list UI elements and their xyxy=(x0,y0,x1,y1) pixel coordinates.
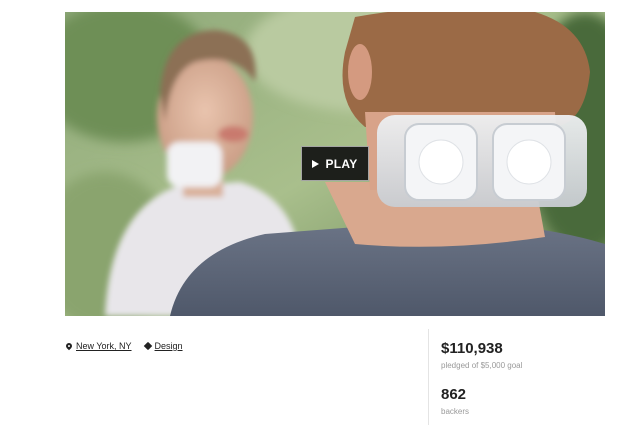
category-label: Design xyxy=(154,341,183,351)
stats-divider xyxy=(428,329,429,425)
location-label: New York, NY xyxy=(76,341,132,351)
funding-stats: $110,938 pledged of $5,000 goal 862 back… xyxy=(441,340,522,418)
project-video[interactable]: PLAY xyxy=(65,12,605,316)
category-link[interactable]: Design xyxy=(143,341,183,351)
location-link[interactable]: New York, NY xyxy=(64,341,132,351)
pledged-amount: $110,938 xyxy=(441,340,503,357)
map-pin-icon xyxy=(64,341,74,351)
pledged-stat: $110,938 pledged of $5,000 goal xyxy=(441,340,522,372)
pledged-label: pledged of $5,000 goal xyxy=(441,361,523,370)
tag-icon xyxy=(143,341,152,351)
backers-stat: 862 backers xyxy=(441,386,522,418)
backers-label: backers xyxy=(441,407,470,416)
project-page: PLAY New York, NY Design $110,938 pledge… xyxy=(0,0,640,425)
project-meta: New York, NY Design xyxy=(64,341,183,351)
play-button[interactable]: PLAY xyxy=(301,146,369,181)
backers-count: 862 xyxy=(441,386,467,403)
play-icon xyxy=(312,159,320,168)
play-label: PLAY xyxy=(325,156,358,171)
